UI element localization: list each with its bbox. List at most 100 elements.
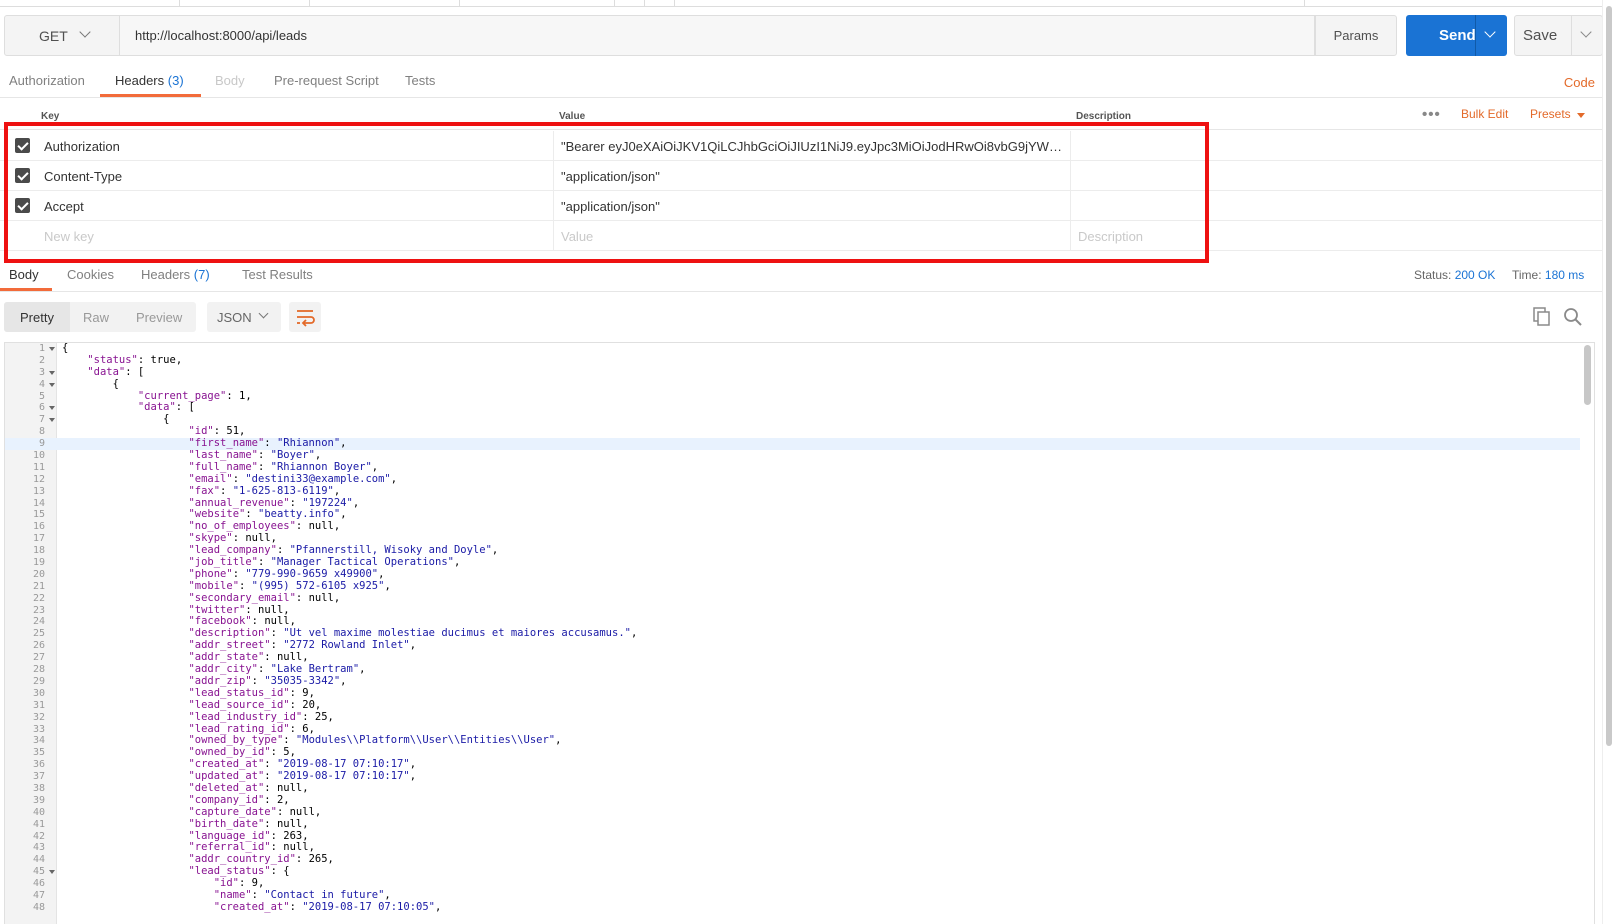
line-number: 21 <box>32 580 45 592</box>
window-tab-strip <box>0 0 1614 7</box>
save-label: Save <box>1523 27 1558 44</box>
line-number: 12 <box>32 473 45 485</box>
search-icon[interactable] <box>1563 307 1583 327</box>
bulk-edit-button[interactable]: Bulk Edit <box>1461 107 1508 121</box>
params-label: Params <box>1333 28 1379 43</box>
tab-response-body[interactable]: Body <box>9 267 39 282</box>
line-number: 16 <box>32 521 45 533</box>
code-text: { <box>112 377 119 390</box>
column-value: Value <box>559 111 586 122</box>
url-input[interactable]: http://localhost:8000/api/leads <box>120 15 1315 56</box>
fold-arrow-icon[interactable] <box>49 382 55 387</box>
page-scrollbar[interactable] <box>1602 0 1614 924</box>
line-number: 28 <box>32 664 45 676</box>
line-number: 7 <box>38 414 45 426</box>
save-options-chevron-icon[interactable] <box>1580 26 1592 38</box>
url-value: http://localhost:8000/api/leads <box>135 28 308 43</box>
send-label: Send <box>1439 27 1476 44</box>
fold-arrow-icon[interactable] <box>49 418 55 423</box>
tab-label: Body <box>9 267 39 282</box>
line-number: 26 <box>32 640 45 652</box>
code-content: 1{2 "status": true, 3 "data": [4 {5 "curr… <box>5 343 1580 914</box>
column-key: Key <box>41 111 60 122</box>
line-number: 9 <box>38 438 45 450</box>
line-number: 11 <box>32 461 45 473</box>
code-line: 48 "created_at": "2019-08-17 07:10:05", <box>5 901 1580 914</box>
tab-cookies[interactable]: Cookies <box>67 267 114 282</box>
more-options-icon[interactable]: ••• <box>1422 106 1441 123</box>
format-select[interactable]: JSON <box>207 302 281 332</box>
line-number: 37 <box>32 771 45 783</box>
caret-down-icon <box>1577 113 1585 118</box>
editor-scrollbar[interactable] <box>1580 343 1594 924</box>
tab-label: Headers <box>115 73 165 88</box>
line-number: 41 <box>32 818 45 830</box>
tab-label: Tests <box>405 73 436 88</box>
tab-body[interactable]: Body <box>215 73 245 88</box>
line-number: 33 <box>32 723 45 735</box>
line-number: 34 <box>32 735 45 747</box>
code-line: 3 "data": [ <box>5 366 1580 379</box>
code-line: 1{ <box>5 343 1580 355</box>
view-raw-button[interactable]: Raw <box>83 310 109 325</box>
line-number: 20 <box>32 568 45 580</box>
tab-pre-request-script[interactable]: Pre-request Script <box>274 73 379 88</box>
line-number: 46 <box>32 878 45 890</box>
send-button[interactable]: Send <box>1406 15 1507 56</box>
line-number: 40 <box>32 806 45 818</box>
tab-response-headers[interactable]: Headers (7) <box>141 267 210 282</box>
page-scrollbar-thumb[interactable] <box>1606 6 1612 746</box>
line-number: 45 <box>32 866 45 878</box>
line-number: 35 <box>32 747 45 759</box>
line-number: 3 <box>38 366 45 378</box>
view-mode-toggle: Pretty Raw Preview <box>4 302 196 332</box>
code-text: "email": "destini33@example.com", <box>188 472 398 485</box>
chevron-down-icon <box>79 26 91 38</box>
line-number: 32 <box>32 711 45 723</box>
line-number: 13 <box>32 485 45 497</box>
request-tabs: Authorization Headers (3) Body Pre-reque… <box>0 70 1614 98</box>
line-number: 31 <box>32 699 45 711</box>
response-tabs: Body Cookies Headers (7) Test Results St… <box>0 264 1614 292</box>
tab-test-results[interactable]: Test Results <box>242 267 313 282</box>
fold-arrow-icon[interactable] <box>49 870 55 875</box>
headers-count-badge: (3) <box>167 73 184 88</box>
send-options-chevron-icon[interactable] <box>1484 26 1496 38</box>
tab-label: Pre-request Script <box>274 73 379 88</box>
code-line: 2 "status": true, <box>5 354 1580 367</box>
copy-icon[interactable] <box>1533 307 1551 327</box>
active-tab-indicator <box>100 94 201 97</box>
line-number: 6 <box>38 402 45 414</box>
response-time: Time: 180 ms <box>1512 268 1584 282</box>
tab-headers[interactable]: Headers (3) <box>115 73 184 88</box>
view-preview-button[interactable]: Preview <box>136 310 182 325</box>
line-number: 5 <box>38 390 45 402</box>
line-number: 15 <box>32 509 45 521</box>
line-number: 39 <box>32 794 45 806</box>
save-button[interactable]: Save <box>1514 15 1603 56</box>
tab-tests[interactable]: Tests <box>405 73 435 88</box>
code-line: 6 "data": [ <box>5 402 1580 414</box>
tab-label: Headers <box>141 267 191 282</box>
save-divider <box>1571 16 1572 55</box>
line-number: 30 <box>32 687 45 699</box>
chevron-down-icon <box>258 308 269 319</box>
response-body-editor[interactable]: 1{2 "status": true, 3 "data": [4 {5 "curr… <box>4 342 1595 924</box>
fold-arrow-icon[interactable] <box>49 347 55 351</box>
presets-button[interactable]: Presets <box>1530 107 1571 121</box>
tab-authorization[interactable]: Authorization <box>9 73 85 88</box>
fold-arrow-icon[interactable] <box>49 406 55 411</box>
method-select[interactable]: GET <box>4 15 120 56</box>
params-button[interactable]: Params <box>1315 15 1397 56</box>
code-line: 5 "current_page": 1, <box>5 390 1580 403</box>
wrap-lines-button[interactable] <box>289 302 321 332</box>
code-link[interactable]: Code <box>1564 75 1595 90</box>
fold-arrow-icon[interactable] <box>49 370 55 375</box>
line-number: 47 <box>32 889 45 901</box>
line-number: 23 <box>32 604 45 616</box>
tab-label: Authorization <box>9 73 85 88</box>
view-pretty-button[interactable]: Pretty <box>4 302 70 332</box>
active-tab-indicator <box>0 288 52 291</box>
line-number: 2 <box>38 354 45 366</box>
scrollbar-thumb[interactable] <box>1584 345 1591 405</box>
